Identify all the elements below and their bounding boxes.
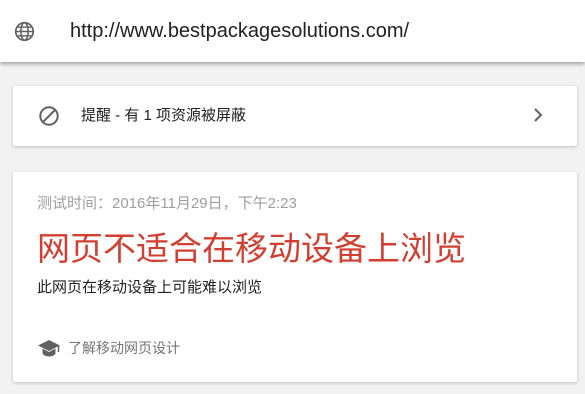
mobile-test-result-card: 测试时间：2016年11月29日，下午2:23 网页不适合在移动设备上浏览 此网… [13, 172, 577, 382]
chevron-right-icon[interactable] [533, 107, 543, 123]
verdict-title: 网页不适合在移动设备上浏览 [37, 229, 466, 268]
graduation-cap-icon [38, 340, 60, 357]
learn-mobile-design-link[interactable]: 了解移动网页设计 [37, 336, 180, 360]
learn-more-label: 了解移动网页设计 [68, 340, 180, 356]
globe-icon [14, 21, 35, 42]
address-bar: http://www.bestpackagesolutions.com/ [0, 0, 585, 62]
alert-text: 提醒 - 有 1 项资源被屏蔽 [81, 107, 247, 124]
verdict-description: 此网页在移动设备上可能难以浏览 [37, 279, 263, 296]
blocked-resources-alert[interactable]: 提醒 - 有 1 项资源被屏蔽 [13, 86, 577, 146]
url-text[interactable]: http://www.bestpackagesolutions.com/ [70, 18, 409, 44]
block-icon [39, 106, 59, 126]
test-timestamp: 测试时间：2016年11月29日，下午2:23 [37, 195, 297, 212]
